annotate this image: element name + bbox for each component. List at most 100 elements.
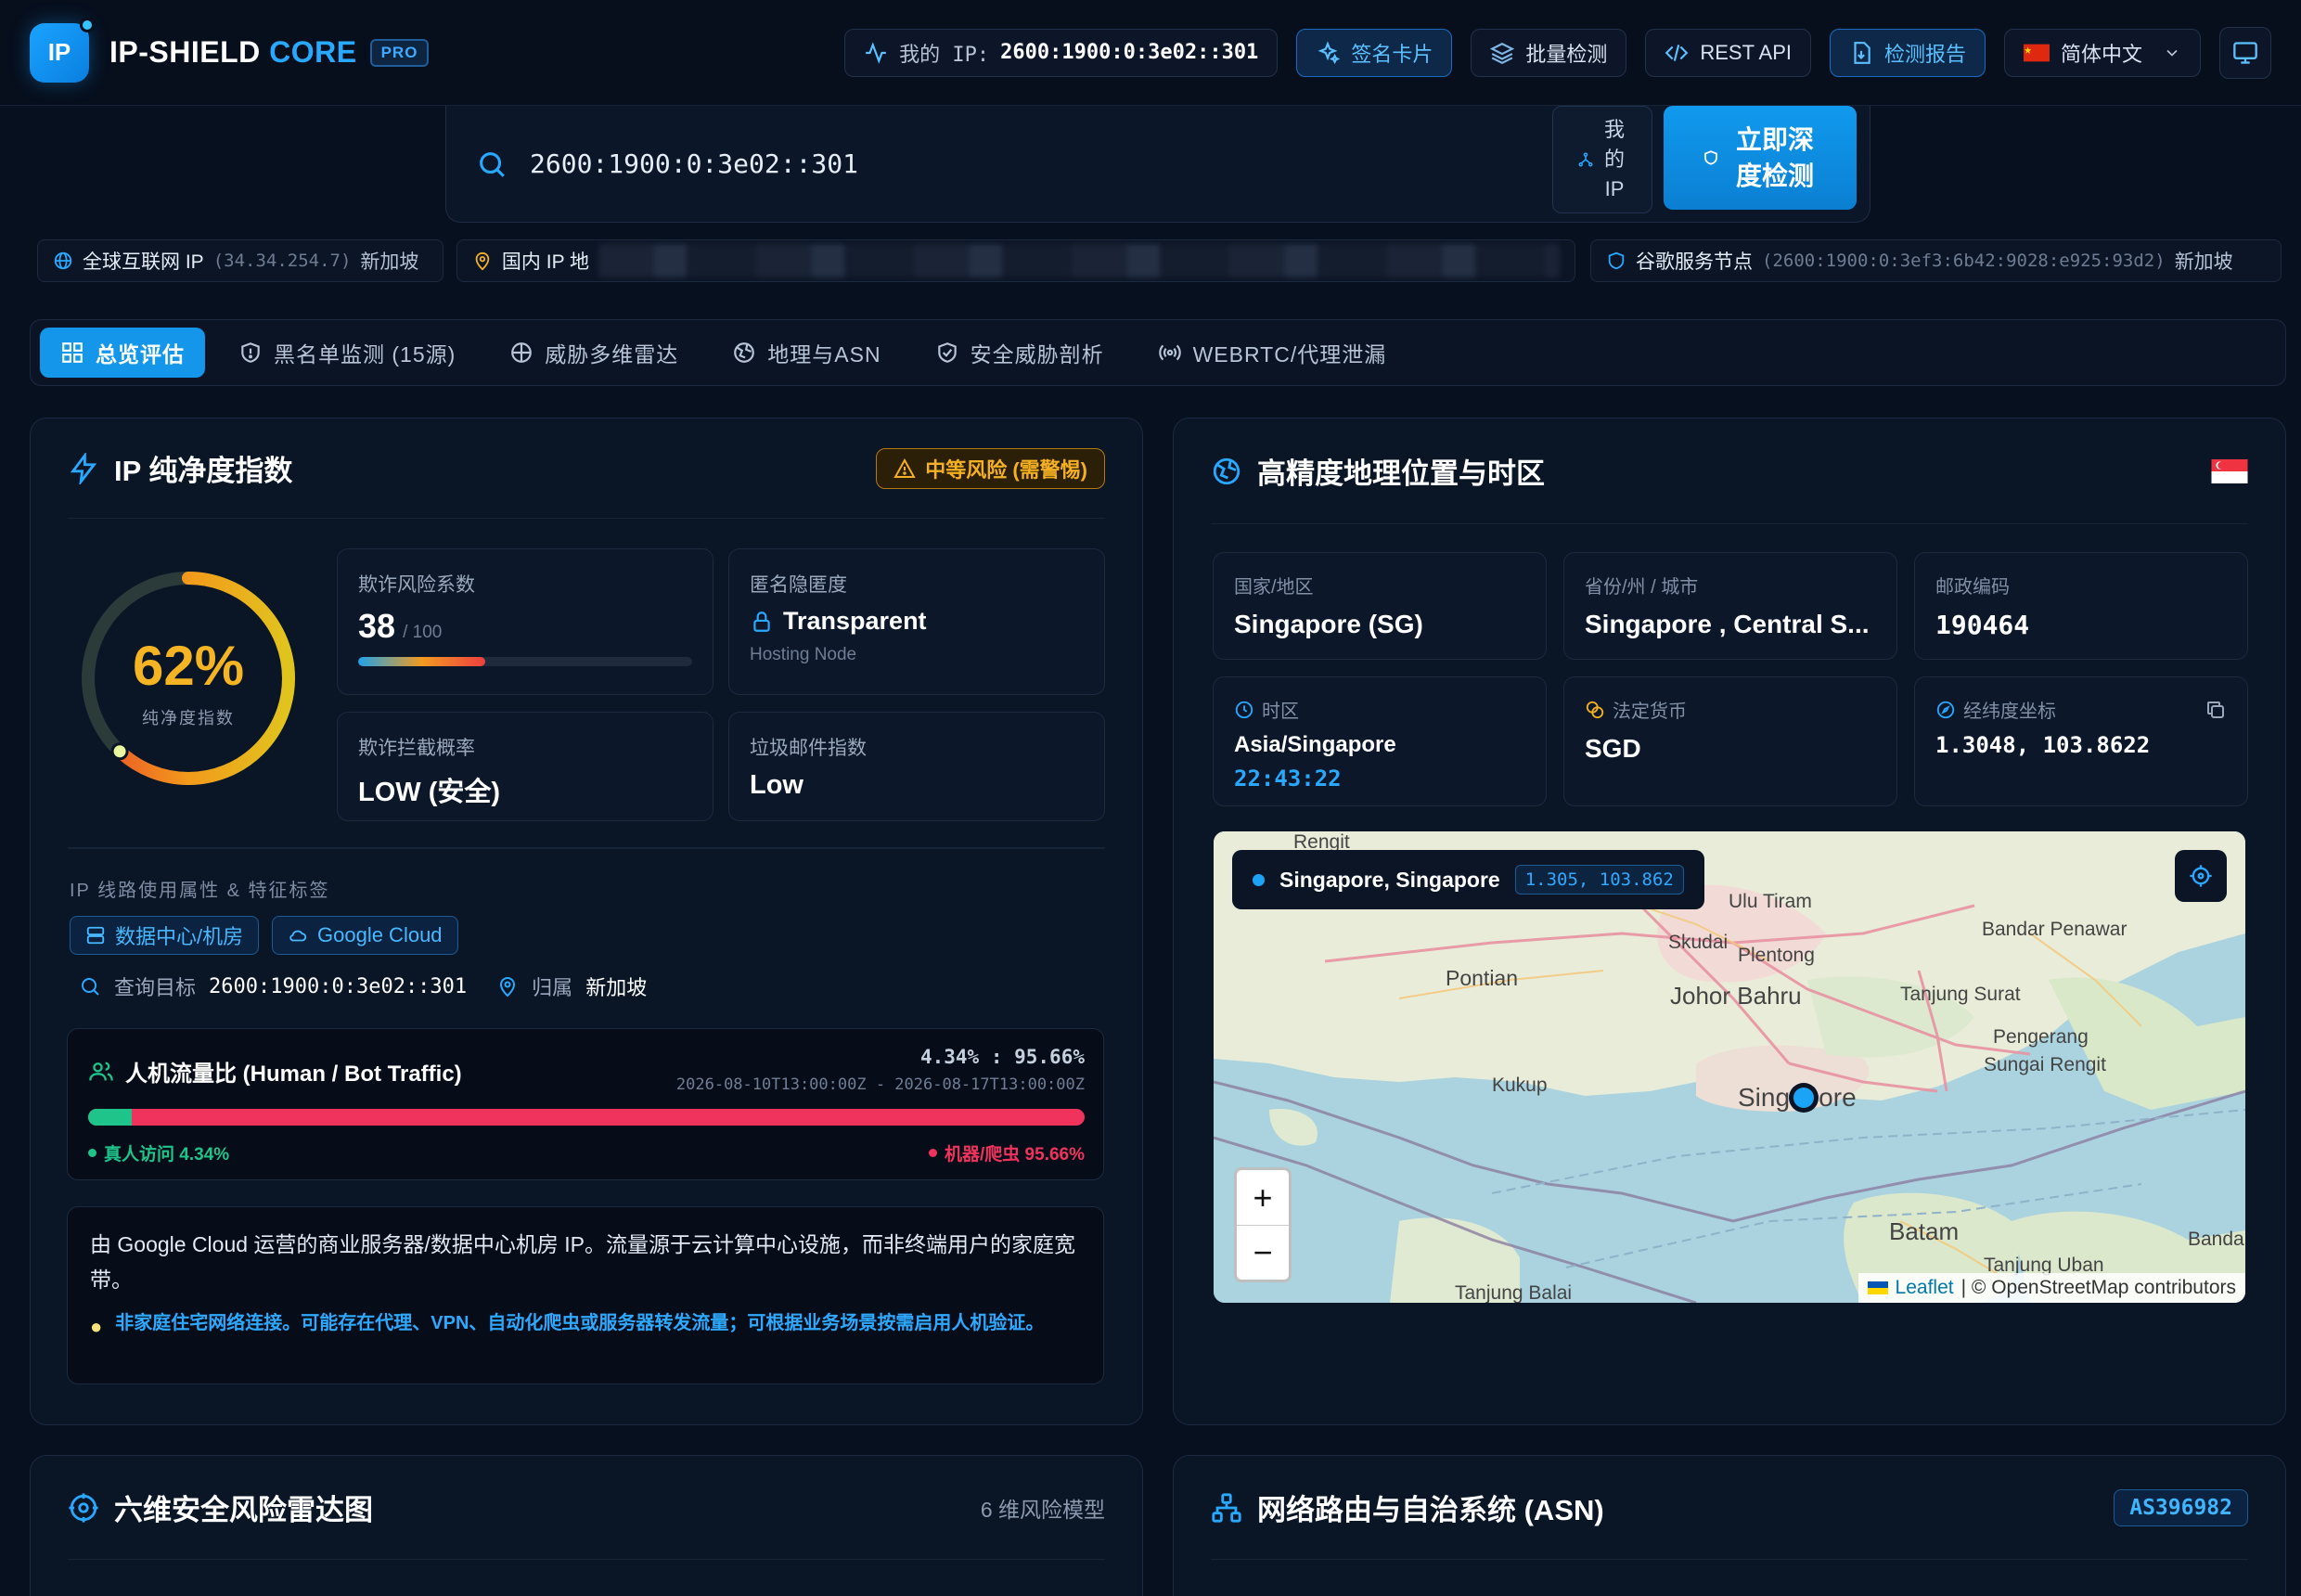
deep-check-button[interactable]: 立即深度检测 [1664, 106, 1857, 210]
anonymity-value: Transparent [783, 607, 927, 635]
purity-title: IP 纯净度指数 [114, 455, 293, 487]
asn-badge: AS396982 [2114, 1488, 2248, 1526]
fraud-risk-fill [358, 657, 485, 666]
zoom-in-button[interactable]: + [1237, 1170, 1289, 1226]
tab-overview-label: 总览评估 [96, 342, 185, 367]
spam-index-box: 垃圾邮件指数 Low [728, 712, 1105, 821]
target-icon [69, 1492, 98, 1523]
google-node-chip[interactable]: 谷歌服务节点 (2600:1900:0:3ef3:6b42:9028:e925:… [1590, 239, 2282, 282]
redacted-area [598, 244, 1560, 277]
geo-title: 高精度地理位置与时区 [1257, 457, 1545, 490]
query-value: 2600:1900:0:3e02::301 [209, 974, 468, 998]
country-box: 国家/地区 Singapore (SG) [1213, 552, 1547, 660]
compass-icon [1936, 701, 1955, 718]
tag-datacenter-label: 数据中心/机房 [115, 925, 244, 948]
sparkles-icon [1318, 40, 1341, 64]
coords-value: 1.3048, 103.8622 [1935, 732, 2151, 758]
traffic-bar [88, 1109, 1085, 1126]
search-input[interactable]: 2600:1900:0:3e02::301 [530, 148, 858, 179]
fraud-risk-bar [358, 657, 692, 666]
tab-webrtc[interactable]: WEBRTC/代理泄漏 [1138, 328, 1408, 378]
google-node-ip: (2600:1900:0:3ef3:6b42:9028:e925:93d2) [1762, 251, 2166, 271]
query-meta: 查询目标 2600:1900:0:3e02::301 归属 新加坡 [79, 972, 647, 1001]
tab-geo-asn[interactable]: 地理与ASN [712, 328, 901, 378]
my-ip-label: 我的 IP: [899, 43, 990, 67]
global-ip-value: (34.34.254.7) [212, 251, 352, 271]
network-icon [1212, 1492, 1241, 1523]
radar-model-label: 6 维风险模型 [980, 1497, 1105, 1522]
tab-overview[interactable]: 总览评估 [40, 328, 205, 378]
monitor-button[interactable] [2219, 26, 2271, 79]
search-icon [480, 151, 505, 177]
language-select[interactable]: 简体中文 [2004, 28, 2201, 77]
fraud-risk-box: 欺诈风险系数 38 / 100 [337, 548, 713, 695]
traffic-date-range: 2026-08-10T13:00:00Z - 2026-08-17T13:00:… [675, 1075, 1085, 1094]
anonymity-sub: Hosting Node [750, 645, 857, 664]
geo-card-header: 高精度地理位置与时区 [1211, 418, 2248, 524]
divider [68, 847, 1105, 849]
use-my-ip-button[interactable]: 我的IP [1552, 106, 1652, 213]
global-ip-chip[interactable]: 全球互联网 IP (34.34.254.7) 新加坡 [37, 239, 443, 282]
currency-box: 法定货币 SGD [1563, 676, 1897, 806]
tab-threat[interactable]: 安全威胁剖析 [915, 328, 1125, 378]
postal-label: 邮政编码 [1935, 577, 2010, 598]
map-label-plentong: Plentong [1738, 945, 1815, 966]
ip-description-tip: 非家庭住宅网络连接。可能存在代理、VPN、自动化爬虫或服务器转发流量；可根据业务… [115, 1312, 1045, 1333]
logo-dot [80, 17, 95, 32]
map-label-sungai: Sungai Rengit [1984, 1054, 2106, 1075]
tab-radar-label: 威胁多维雷达 [545, 342, 679, 367]
asn-title: 网络路由与自治系统 (ASN) [1257, 1494, 1604, 1526]
grid-icon [62, 342, 83, 363]
asn-card: 网络路由与自治系统 (ASN) AS396982 [1173, 1455, 2286, 1596]
coords-box: 经纬度坐标 1.3048, 103.8622 [1914, 676, 2248, 806]
ip-description-box: 由 Google Cloud 运营的商业服务器/数据中心机房 IP。流量源于云计… [67, 1206, 1104, 1384]
fraud-risk-number: 38 [358, 607, 396, 645]
my-ip-button[interactable]: 我的 IP: 2600:1900:0:3e02::301 [844, 28, 1279, 77]
map-label-johor: Johor Bahru [1670, 982, 1802, 1010]
lightning-icon [70, 452, 97, 484]
google-node-label: 谷歌服务节点 [1636, 251, 1753, 273]
location-map[interactable]: Pontian Skudai Plentong Johor Bahru Ulu … [1214, 831, 2245, 1303]
shield-alert-icon [241, 342, 260, 363]
region-value: Singapore , Central S... [1585, 610, 1870, 638]
language-label: 简体中文 [2061, 42, 2143, 66]
currency-label: 法定货币 [1613, 701, 1687, 722]
zoom-out-button[interactable]: − [1237, 1226, 1289, 1280]
crosshair-icon [2190, 865, 2212, 887]
fraud-risk-max: / 100 [403, 623, 443, 642]
download-file-icon [1854, 41, 1870, 64]
pulse-icon [866, 41, 887, 64]
tags-section-label: IP 线路使用属性 & 特征标签 [70, 881, 330, 901]
search-bar: 2600:1900:0:3e02::301 我的IP 立即深度检测 [445, 106, 1870, 223]
report-button[interactable]: 检测报告 [1829, 28, 1986, 77]
tab-radar[interactable]: 威胁多维雷达 [489, 328, 699, 378]
sign-card-label: 签名卡片 [1351, 42, 1433, 66]
globe-icon [54, 251, 72, 270]
warning-icon [893, 457, 916, 478]
copy-icon[interactable] [2205, 699, 2227, 721]
sign-card-button[interactable]: 签名卡片 [1296, 28, 1453, 77]
rest-api-button[interactable]: REST API [1645, 28, 1811, 77]
globe-icon [734, 342, 755, 363]
tag-google-cloud: Google Cloud [272, 916, 458, 955]
block-probability-label: 欺诈拦截概率 [358, 738, 475, 759]
batch-check-button[interactable]: 批量检测 [1471, 28, 1627, 77]
map-label-kukup: Kukup [1492, 1075, 1548, 1096]
fraud-risk-value: 38 / 100 [358, 607, 692, 646]
pro-badge: PRO [369, 38, 430, 67]
purity-score-label: 纯净度指数 [142, 709, 235, 727]
spam-index-label: 垃圾邮件指数 [750, 738, 867, 759]
domestic-ip-label: 国内 IP 地 [501, 251, 590, 273]
spam-index-value: Low [750, 770, 803, 800]
leaflet-link[interactable]: Leaflet [1896, 1277, 1954, 1299]
tab-blacklist[interactable]: 黑名单监测 (15源) [218, 328, 476, 378]
fraud-risk-label: 欺诈风险系数 [358, 574, 475, 596]
app-logo[interactable]: IP [30, 17, 95, 83]
network-icon [1578, 152, 1593, 167]
domestic-ip-chip[interactable]: 国内 IP 地 [456, 239, 1575, 282]
postal-value: 190464 [1935, 610, 2030, 640]
currency-label-row: 法定货币 [1585, 696, 1876, 723]
block-probability-value: LOW (安全) [358, 778, 501, 807]
recenter-button[interactable] [2175, 850, 2227, 902]
radar-icon [511, 342, 533, 363]
